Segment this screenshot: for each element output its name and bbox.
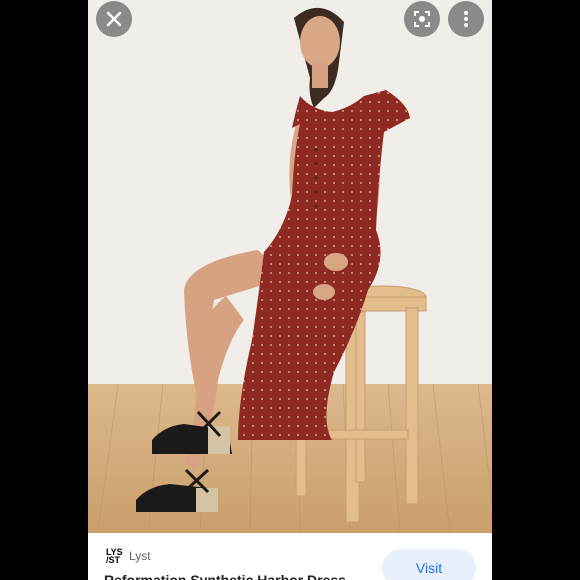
product-photo[interactable] [88, 0, 492, 533]
result-title[interactable]: Reformation Synthetic Harbor Dress [104, 572, 346, 580]
source-logo-line2: /ST [106, 555, 121, 565]
more-vert-icon [464, 11, 468, 27]
source-logo: LYS /ST [106, 547, 124, 565]
image-viewer: LYS /ST Lyst Reformation Synthetic Harbo… [88, 0, 492, 580]
source-name[interactable]: Lyst [129, 549, 151, 563]
lens-icon [414, 11, 430, 27]
visit-button[interactable]: Visit [382, 549, 476, 580]
close-icon [106, 11, 122, 27]
close-button[interactable] [96, 1, 132, 37]
more-options-button[interactable] [448, 1, 484, 37]
result-info-panel: LYS /ST Lyst Reformation Synthetic Harbo… [88, 533, 492, 580]
lens-search-button[interactable] [404, 1, 440, 37]
